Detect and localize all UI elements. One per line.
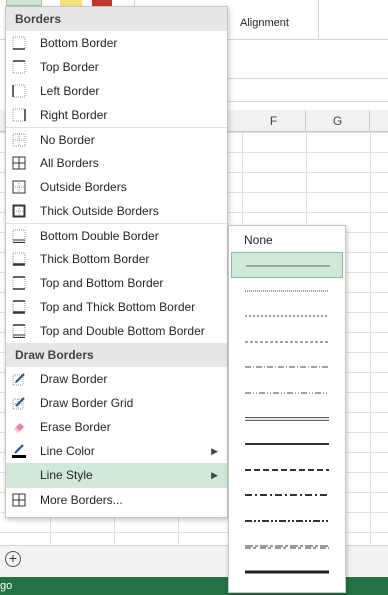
submenu-arrow-icon: ▶	[211, 470, 218, 480]
menu-item-all-borders[interactable]: All Borders	[6, 151, 227, 175]
menu-item-thick-outside-borders[interactable]: Thick Outside Borders	[6, 199, 227, 223]
ribbon-separator	[318, 0, 319, 40]
menu-item-label: More Borders...	[40, 493, 123, 507]
alignment-group-label: Alignment	[240, 17, 289, 29]
add-sheet-icon[interactable]: +	[5, 551, 21, 567]
thick-outside-borders-icon	[12, 204, 26, 218]
top-bottom-border-icon	[12, 276, 26, 290]
menu-item-thick-bottom-border[interactable]: Thick Bottom Border	[6, 247, 227, 271]
menu-item-label: Erase Border	[40, 420, 111, 434]
top-border-icon	[12, 60, 26, 74]
right-border-icon	[12, 108, 26, 122]
bottom-border-icon	[12, 36, 26, 50]
menu-item-label: Left Border	[40, 84, 100, 98]
menu-item-bottom-border[interactable]: Bottom Border	[6, 31, 227, 55]
borders-section-header: Borders	[6, 7, 227, 31]
all-borders-icon	[12, 156, 26, 170]
menu-item-top-bottom-border[interactable]: Top and Bottom Border	[6, 271, 227, 295]
dotted-line-icon	[245, 290, 329, 292]
more-borders-icon	[12, 493, 26, 507]
draw-border-grid-icon	[12, 397, 25, 410]
menu-item-label: Top and Double Bottom Border	[40, 324, 205, 338]
medium-dash-dot-dot-line-icon	[245, 519, 329, 522]
dashed-line-icon	[245, 341, 329, 343]
menu-item-erase-border[interactable]: Erase Border	[6, 415, 227, 439]
thick-line-icon	[245, 570, 329, 574]
outside-borders-icon	[12, 180, 26, 194]
draw-borders-section-header: Draw Borders	[6, 343, 227, 367]
formula-bar[interactable]	[228, 78, 388, 102]
line-style-submenu: None	[228, 225, 346, 593]
menu-item-top-border[interactable]: Top Border	[6, 55, 227, 79]
line-style-medium[interactable]	[231, 431, 343, 457]
menu-item-label: No Border	[40, 133, 95, 147]
menu-item-line-color[interactable]: Line Color ▶	[6, 439, 227, 463]
line-style-medium-dash-dot[interactable]	[231, 482, 343, 508]
menu-item-label: Thick Outside Borders	[40, 204, 159, 218]
menu-item-label: Outside Borders	[40, 180, 127, 194]
column-header-g[interactable]: G	[306, 110, 370, 132]
menu-item-label: Top Border	[40, 60, 99, 74]
line-style-medium-dashed[interactable]	[231, 457, 343, 483]
hairline-line-icon	[246, 265, 330, 267]
menu-item-left-border[interactable]: Left Border	[6, 79, 227, 103]
menu-item-label: Draw Border	[40, 372, 108, 386]
line-style-slanted-dash-dot[interactable]	[231, 534, 343, 560]
slanted-dash-dot-line-icon	[245, 545, 329, 549]
menu-item-label: Line Style	[40, 468, 93, 482]
line-style-none[interactable]: None	[229, 226, 345, 252]
menu-item-draw-border[interactable]: Draw Border	[6, 367, 227, 391]
medium-line-icon	[245, 443, 329, 446]
status-text: go	[0, 580, 13, 592]
line-color-icon	[12, 444, 26, 458]
menu-item-label: Right Border	[40, 108, 108, 122]
dash-dot-dot-line-icon	[245, 392, 329, 394]
menu-item-label: Draw Border Grid	[40, 396, 134, 410]
menu-item-label: Line Color	[40, 444, 95, 458]
thick-bottom-border-icon	[12, 252, 26, 266]
fine-dashed-line-icon	[245, 315, 329, 317]
draw-border-pencil-icon	[12, 373, 25, 386]
menu-item-right-border[interactable]: Right Border	[6, 103, 227, 127]
line-style-dash-dot[interactable]	[231, 354, 343, 380]
menu-item-top-double-bottom-border[interactable]: Top and Double Bottom Border	[6, 319, 227, 343]
no-border-icon	[12, 133, 26, 147]
menu-item-more-borders[interactable]: More Borders...	[6, 487, 227, 511]
line-style-dashed-fine[interactable]	[231, 303, 343, 329]
bottom-double-border-icon	[12, 229, 26, 243]
dash-dot-line-icon	[245, 366, 329, 368]
line-style-dashed[interactable]	[231, 329, 343, 355]
menu-item-bottom-double-border[interactable]: Bottom Double Border	[6, 223, 227, 247]
line-style-medium-dash-dot-dot[interactable]	[231, 508, 343, 534]
menu-item-label: Bottom Border	[40, 36, 118, 50]
menu-item-no-border[interactable]: No Border	[6, 127, 227, 151]
line-style-hairline[interactable]	[231, 252, 343, 278]
column-header-f[interactable]: F	[242, 110, 306, 132]
submenu-arrow-icon: ▶	[211, 446, 218, 456]
menu-item-top-thick-bottom-border[interactable]: Top and Thick Bottom Border	[6, 295, 227, 319]
menu-item-draw-border-grid[interactable]: Draw Border Grid	[6, 391, 227, 415]
line-style-dotted[interactable]	[231, 278, 343, 304]
left-border-icon	[12, 84, 26, 98]
menu-item-label: All Borders	[40, 156, 99, 170]
menu-item-label: Top and Thick Bottom Border	[40, 300, 196, 314]
medium-dashed-line-icon	[245, 468, 329, 471]
medium-dash-dot-line-icon	[245, 494, 329, 497]
menu-item-label: Top and Bottom Border	[40, 276, 164, 290]
menu-item-label: Thick Bottom Border	[40, 252, 150, 266]
line-style-thick[interactable]	[231, 559, 343, 585]
menu-item-outside-borders[interactable]: Outside Borders	[6, 175, 227, 199]
line-style-double[interactable]	[231, 406, 343, 432]
line-style-dash-dot-dot[interactable]	[231, 380, 343, 406]
top-double-bottom-border-icon	[12, 324, 26, 338]
eraser-icon	[14, 423, 24, 433]
menu-item-label: Bottom Double Border	[40, 229, 159, 243]
borders-menu: Borders Bottom Border Top Border Left Bo…	[5, 6, 228, 518]
menu-item-line-style[interactable]: Line Style ▶	[6, 463, 227, 487]
double-line-icon	[245, 416, 329, 421]
top-thick-bottom-border-icon	[12, 300, 26, 314]
